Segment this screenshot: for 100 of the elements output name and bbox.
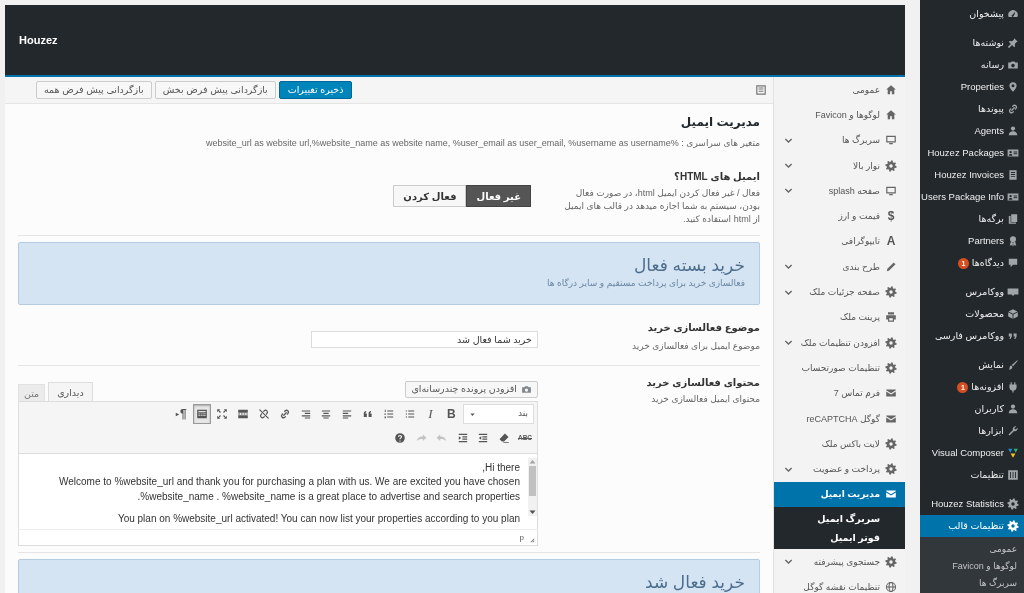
- gear-icon: [885, 159, 897, 172]
- admin-menu-item[interactable]: ابزارها: [920, 420, 1024, 442]
- caret-icon: [469, 410, 476, 418]
- admin-menu-item[interactable]: ووکامرس فارسی: [920, 325, 1024, 347]
- sidebar-item[interactable]: جستجوی پیشرفته: [774, 549, 905, 575]
- panel-title: Houzez: [19, 32, 58, 48]
- bold-button[interactable]: B: [442, 404, 461, 424]
- triangle-icon: [175, 410, 180, 418]
- admin-submenu-item[interactable]: لوگوها و Favicon: [920, 558, 1024, 575]
- link-icon: [1007, 103, 1019, 115]
- sidebar-item[interactable]: پرداخت و عضویت: [774, 456, 905, 482]
- outdent-icon: [477, 432, 490, 444]
- admin-menu-item[interactable]: نوشته‌ها: [920, 32, 1024, 54]
- format-select[interactable]: بند: [463, 404, 534, 424]
- toggle-option[interactable]: غیر فعال: [466, 185, 531, 207]
- editor-tab[interactable]: متن: [18, 384, 46, 401]
- save-button[interactable]: ذخیره تغییرات: [278, 81, 353, 99]
- admin-menu-item[interactable]: تنظیمات قالب: [920, 515, 1024, 537]
- ribbon-icon: [1007, 235, 1019, 247]
- redo-icon: [415, 432, 427, 444]
- gear-icon: [885, 555, 897, 568]
- reset-button[interactable]: بازگردانی پیش فرض بخش: [154, 81, 276, 99]
- admin-menu-item[interactable]: Properties: [920, 76, 1024, 98]
- admin-submenu-item[interactable]: عمومی: [920, 541, 1024, 558]
- toggle-option[interactable]: فعال کردن: [393, 185, 467, 207]
- element-path[interactable]: p: [519, 532, 524, 543]
- sidebar-item[interactable]: طرح بندی: [774, 254, 905, 280]
- blockquote-icon: [362, 408, 374, 420]
- sidebar-item[interactable]: تنظیمات نقشه گوگل: [774, 574, 905, 593]
- sidebar-item[interactable]: صفحه جزئیات ملک: [774, 279, 905, 305]
- admin-menu-item[interactable]: پیشخوان: [920, 3, 1024, 25]
- symbol-glyph: $: [886, 209, 896, 224]
- sidebar-item[interactable]: عمومی: [774, 77, 905, 103]
- globe-icon: [885, 581, 897, 593]
- sidebar-item[interactable]: نوار بالا: [774, 152, 905, 179]
- undo-icon: [435, 432, 448, 444]
- admin-menu-item[interactable]: تنظیمات: [920, 464, 1024, 486]
- info-box-description: فعالسازی خرید برای پرداخت مستقیم و سایر درگاه ها: [546, 277, 745, 289]
- chevron-icon: [784, 557, 793, 567]
- monitor-icon: [885, 184, 897, 197]
- add-media-button[interactable]: افزودن پرونده چندرسانه‌ای: [405, 381, 538, 398]
- sidebar-item[interactable]: لایت باکس ملک: [774, 431, 905, 457]
- sidebar-item[interactable]: مدیریت ایمیل: [774, 481, 905, 508]
- speech-bubble-icon: [1007, 286, 1019, 298]
- help-icon: [394, 432, 407, 444]
- admin-menu-item[interactable]: Visual Composer: [920, 442, 1024, 464]
- editor-tab[interactable]: دیداری: [48, 382, 93, 401]
- text-direction-button[interactable]: ¶: [171, 404, 190, 424]
- field-description: محتوای ایمیل فعالسازی خرید: [650, 393, 760, 405]
- wrench-icon: [1007, 425, 1019, 437]
- sidebar-item[interactable]: فرم تماس 7: [774, 380, 905, 406]
- sidebar-item[interactable]: تنظیمات صورتحساب: [774, 355, 905, 381]
- fullscreen-icon: [216, 408, 229, 420]
- user-icon: [1007, 125, 1019, 137]
- sidebar-item[interactable]: پرینت ملک: [774, 304, 905, 330]
- admin-menu-item[interactable]: Agents: [920, 120, 1024, 142]
- sidebar-item[interactable]: گوگل reCAPTCHA: [774, 405, 905, 432]
- sidebar-item[interactable]: سربرگ ها: [774, 127, 905, 153]
- sidebar-item[interactable]: افزودن تنظیمات ملک: [774, 329, 905, 356]
- plug-icon: [1007, 381, 1019, 393]
- admin-menu-item[interactable]: Houzez Packages: [920, 142, 1024, 164]
- editor-text: Hi there,: [481, 461, 520, 475]
- text-field[interactable]: خرید شما فعال شد: [311, 331, 538, 348]
- admin-menu-item[interactable]: Users Package Info: [920, 186, 1024, 208]
- admin-menu-item[interactable]: برگه‌ها: [920, 208, 1024, 230]
- reset-button[interactable]: بازگردانی پیش فرض همه: [36, 81, 152, 99]
- cube-icon: [1007, 308, 1019, 320]
- camera-icon: [1007, 59, 1019, 71]
- sidebar-item[interactable]: صفحه splash: [774, 178, 905, 204]
- editor-field[interactable]: [18, 454, 538, 529]
- sidebar-subitem[interactable]: سربرگ ایمیل: [774, 509, 905, 529]
- list-box-icon[interactable]: [755, 84, 767, 96]
- admin-menu-item[interactable]: نمایش: [920, 354, 1024, 376]
- triangles-icon: [1007, 447, 1019, 459]
- envelope-icon: [885, 412, 897, 425]
- admin-menu-item[interactable]: Houzez Statistics: [920, 493, 1024, 515]
- admin-menu-item[interactable]: Houzez Invoices: [920, 164, 1024, 186]
- scrollbar[interactable]: [528, 458, 537, 516]
- admin-submenu-item[interactable]: سربرگ ها: [920, 575, 1024, 592]
- admin-menu-item[interactable]: محصولات: [920, 303, 1024, 325]
- map-pin-icon: [1007, 81, 1019, 93]
- admin-menu-item[interactable]: کاربران: [920, 398, 1024, 420]
- toolbar-toggle-icon: [195, 408, 208, 420]
- sidebar-item[interactable]: لوگوها و Favicon: [774, 102, 905, 128]
- admin-menu-item[interactable]: پیوندها: [920, 98, 1024, 120]
- admin-menu-item[interactable]: ووکامرس: [920, 281, 1024, 303]
- sidebar-item[interactable]: $ قیمت و ارز: [774, 203, 905, 229]
- monitor-icon: [885, 134, 897, 147]
- numbered-list-icon: [382, 408, 395, 420]
- field-description: موضوع ایمیل برای فعالسازی خرید: [631, 340, 760, 352]
- gear-icon: [885, 336, 897, 349]
- toolbar-toggle-button[interactable]: [192, 404, 211, 424]
- admin-menu-item[interactable]: Partners: [920, 230, 1024, 252]
- envelope-icon: [885, 387, 897, 400]
- align-center-icon: [320, 408, 333, 420]
- speech-bubble-icon: [1007, 257, 1019, 269]
- admin-menu-item[interactable]: رسانه: [920, 54, 1024, 76]
- italic-button[interactable]: I: [421, 404, 440, 424]
- sidebar-subitem[interactable]: فوتر ایمیل: [774, 528, 905, 548]
- link-icon: [278, 408, 291, 420]
